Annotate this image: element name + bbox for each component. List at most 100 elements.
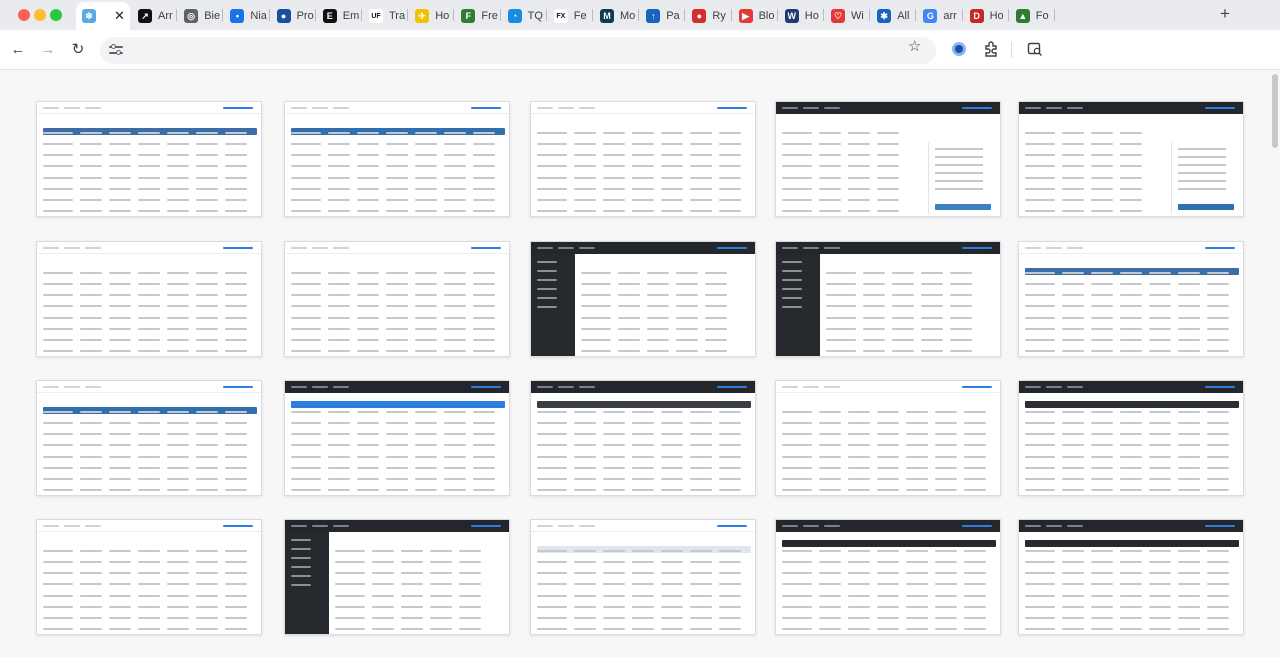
tab-thumbnail[interactable] xyxy=(530,241,756,357)
red-arrow-icon: ▶ xyxy=(738,9,753,23)
red-d-icon: D xyxy=(969,9,984,23)
tab-thumbnail[interactable] xyxy=(1018,519,1244,635)
browser-tab[interactable]: ▶ Blo xyxy=(733,2,777,30)
tab-thumbnail[interactable] xyxy=(36,519,262,635)
tab-thumbnail[interactable] xyxy=(36,241,262,357)
tab-thumbnail[interactable] xyxy=(1018,241,1244,357)
tab-separator xyxy=(1007,9,1009,21)
tab-separator xyxy=(499,9,501,21)
tab-title: Wi xyxy=(851,10,864,22)
tab-thumbnail[interactable] xyxy=(1018,101,1244,217)
e-circle-icon: E xyxy=(322,9,337,23)
browser-tab[interactable]: E Em xyxy=(317,2,361,30)
thumbnail-header xyxy=(285,242,509,254)
tab-thumbnail[interactable] xyxy=(284,101,510,217)
address-bar[interactable] xyxy=(100,37,936,64)
red-circle-icon: ● xyxy=(692,9,707,23)
browser-tab[interactable]: ♡ Wi xyxy=(825,2,869,30)
tab-thumbnail[interactable] xyxy=(775,241,1001,357)
scrollbar-thumb[interactable] xyxy=(1272,74,1278,148)
tab-thumbnail[interactable] xyxy=(284,380,510,496)
forward-button[interactable]: → xyxy=(38,40,58,60)
thumbnail-rows xyxy=(537,411,749,491)
browser-tab[interactable]: D Ho xyxy=(964,2,1008,30)
zoom-window-button[interactable] xyxy=(50,9,62,21)
extensions-icon[interactable] xyxy=(983,41,999,57)
tab-thumbnail[interactable] xyxy=(530,380,756,496)
close-tab-icon[interactable]: ✕ xyxy=(114,8,125,24)
tab-title: All xyxy=(897,10,910,22)
bookmark-star-icon[interactable]: ☆ xyxy=(908,37,921,55)
close-window-button[interactable] xyxy=(18,9,30,21)
tab-thumbnail[interactable] xyxy=(1018,380,1244,496)
tab-thumbnail[interactable] xyxy=(36,101,262,217)
back-button[interactable]: ← xyxy=(8,40,28,60)
browser-tab[interactable]: Garr xyxy=(917,2,961,30)
thumbnail-rows xyxy=(335,550,503,630)
browser-tab[interactable]: ● Pro xyxy=(271,2,315,30)
site-settings-icon[interactable] xyxy=(109,43,123,57)
tab-search-icon[interactable] xyxy=(1027,41,1043,57)
thumbnail-header xyxy=(1019,102,1243,114)
thumbnail-header xyxy=(37,520,261,532)
tab-title: Ho xyxy=(804,10,819,22)
tab-separator xyxy=(222,9,224,21)
browser-toolbar: ← → ↻ ☆ xyxy=(0,30,1280,70)
tab-separator xyxy=(1054,9,1055,21)
green-tree-icon: ▲ xyxy=(1015,9,1030,23)
thumbnail-rows xyxy=(291,132,503,212)
reload-button[interactable]: ↻ xyxy=(68,40,88,60)
browser-tab[interactable]: ✱ All xyxy=(871,2,915,30)
browser-tab[interactable]: ↑ Pa xyxy=(640,2,684,30)
tab-title: Tra xyxy=(389,10,406,22)
browser-tab[interactable]: FX Fe xyxy=(548,2,592,30)
tab-separator xyxy=(176,9,178,21)
browser-tab[interactable]: ↗ Arr xyxy=(132,2,176,30)
snowflake-icon: ❄ xyxy=(82,9,96,23)
tab-thumbnail[interactable] xyxy=(775,101,1001,217)
new-tab-button[interactable]: + xyxy=(1216,5,1234,23)
thumbnail-table-header xyxy=(1025,540,1239,547)
thumbnail-rows xyxy=(43,132,255,212)
thumbnail-rows xyxy=(782,411,994,491)
browser-tab[interactable]: ✈ Ho xyxy=(409,2,453,30)
browser-tab[interactable]: F Fre xyxy=(455,2,499,30)
plane-yellow-icon: ✈ xyxy=(415,9,430,23)
tab-thumbnail[interactable] xyxy=(775,519,1001,635)
fedex-logo-icon: FX xyxy=(553,9,568,23)
thumbnail-rows xyxy=(537,550,749,630)
profile-icon[interactable] xyxy=(951,41,967,57)
tab-separator xyxy=(407,9,409,21)
tab-title: Em xyxy=(342,10,360,22)
tab-thumbnail[interactable] xyxy=(530,101,756,217)
thumbnail-rows xyxy=(782,132,922,212)
browser-tab[interactable]: M Mo xyxy=(594,2,638,30)
tab-separator xyxy=(684,9,686,21)
thumbnail-header xyxy=(776,102,1000,114)
thumbnail-table-header xyxy=(1025,401,1239,408)
thumbnail-rows xyxy=(1025,550,1237,630)
tab-thumbnail[interactable] xyxy=(775,380,1001,496)
thumbnail-sidebar xyxy=(776,254,820,356)
thumbnail-header xyxy=(776,242,1000,254)
tab-thumbnail[interactable] xyxy=(284,519,510,635)
minimize-window-button[interactable] xyxy=(34,9,46,21)
thumbnail-header xyxy=(1019,381,1243,393)
browser-tab[interactable]: ● Ry xyxy=(686,2,730,30)
google-icon: G xyxy=(923,9,938,23)
browser-tab[interactable]: • Nia xyxy=(224,2,268,30)
uf-logo-icon: UF xyxy=(369,9,383,23)
browser-tab[interactable]: UF Tra xyxy=(363,2,407,30)
tab-thumbnail[interactable] xyxy=(36,380,262,496)
tab-thumbnail[interactable] xyxy=(284,241,510,357)
browser-tab[interactable]: ❄ ✕ xyxy=(76,2,130,30)
tab-thumbnail[interactable] xyxy=(530,519,756,635)
browser-tab[interactable]: ◎ Bie xyxy=(178,2,222,30)
tab-separator xyxy=(361,9,362,21)
browser-tab[interactable]: ▲ Fo xyxy=(1010,2,1054,30)
blue-star-icon: ✱ xyxy=(877,9,892,23)
navy-logo-icon: W xyxy=(784,9,799,23)
browser-tab[interactable]: W Ho xyxy=(779,2,823,30)
browser-tab[interactable]: ◔ TQ xyxy=(502,2,546,30)
tab-separator xyxy=(545,9,547,21)
